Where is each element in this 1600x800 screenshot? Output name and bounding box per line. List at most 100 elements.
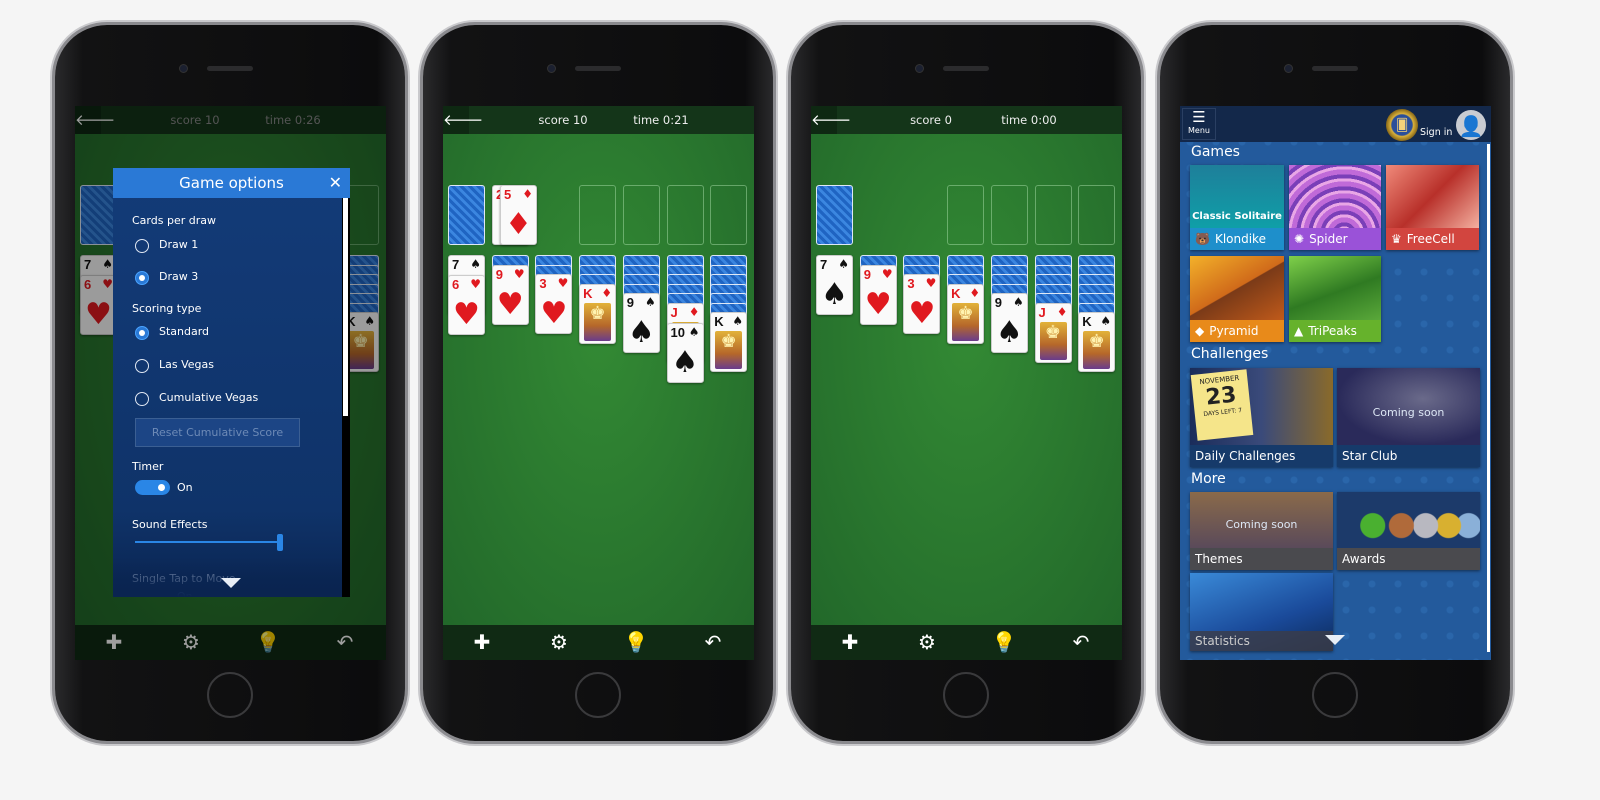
playing-card[interactable]: K ♦ ♚ [579,283,617,344]
challenges-heading: Challenges [1191,346,1269,362]
avatar[interactable]: 👤 [1456,110,1486,140]
timer-toggle[interactable] [135,480,170,495]
back-button[interactable]: 🡐 [811,106,851,134]
more-heading: More [1191,471,1226,487]
home-button[interactable] [575,672,621,718]
lightbulb-icon[interactable]: 💡 [989,628,1019,656]
card-rank: K [951,285,961,301]
lightbulb-icon[interactable]: 💡 [621,628,651,656]
back-button[interactable]: 🡐 [443,106,483,134]
bear-icon: 🐻 [1195,232,1210,246]
foundation-slot[interactable] [710,185,748,245]
phone-2: 🡐score 10time 0:212♦♦5♦♦7♠♠6♥♥9♥♥3♥♥K♦♚9… [423,25,773,741]
radio-draw-1[interactable] [135,239,149,253]
tile-klondike[interactable]: Classic Solitaire 🐻 Klondike [1190,165,1284,250]
menu-button[interactable]: ☰ Menu [1182,108,1216,140]
playing-card[interactable]: 3 ♥ ♥ [535,274,573,334]
radio-cumulative-vegas[interactable] [135,392,149,406]
foundation-slot[interactable] [1078,185,1116,245]
game-screen: 🡐 score 0 time 0:00 7 ♠ ♠ 9 ♥ ♥ 3 ♥ ♥ K ♦ ♚ 9 ♠ ♠ J ♦ ♚ K ♠ ♚ ✚ ⚙… [811,106,1122,660]
sound-effects-slider[interactable] [135,541,280,543]
card-rank: 3 [907,276,915,291]
tripeaks-image [1289,256,1381,320]
daily-challenges-label-bar: Daily Challenges [1190,445,1333,467]
tile-daily-challenges[interactable]: NOVEMBER 23 DAYS LEFT: 7 Daily Challenge… [1190,368,1333,467]
plus-icon[interactable]: ✚ [467,628,497,656]
tile-star-club[interactable]: Coming soon Star Club [1337,368,1480,467]
card-rank: 9 [994,295,1003,310]
playing-card[interactable]: 9 ♠ ♠ [622,293,660,353]
radio-standard[interactable] [135,326,149,340]
tile-themes[interactable]: Coming soon Themes [1190,492,1333,570]
slider-handle[interactable] [277,534,283,551]
foundation-slot[interactable] [947,185,985,245]
card-suit: ♠ [1100,314,1112,328]
plus-icon[interactable]: ✚ [835,628,865,656]
reset-cumulative-score-button[interactable]: Reset Cumulative Score [135,418,300,447]
pyramid-label: Pyramid [1209,324,1259,338]
foundation-slot[interactable] [990,185,1028,245]
playing-card[interactable]: 5 ♦ ♦ [500,185,537,245]
stock-pile[interactable] [816,185,853,245]
sign-in-link[interactable]: Sign in [1420,127,1452,138]
playing-card[interactable]: J ♦ ♚ [1034,302,1072,363]
playing-card[interactable]: K ♦ ♚ [947,283,985,344]
gear-icon[interactable]: ⚙ [912,628,942,656]
foundation-slot[interactable] [579,185,617,245]
playing-card[interactable]: 3 ♥ ♥ [903,274,941,334]
card-suit: ♥ [513,266,525,281]
scroll-down-icon[interactable] [221,578,241,588]
foundation-slot[interactable] [666,185,704,245]
freecell-label-bar: ♛ FreeCell [1386,228,1479,250]
scoring-type-label: Scoring type [132,302,202,315]
radio-label: Draw 1 [159,238,199,251]
radio-draw-3[interactable] [135,271,149,285]
gear-icon[interactable]: ⚙ [544,628,574,656]
home-button[interactable] [1312,672,1358,718]
felt-table: 2♦♦5♦♦7♠♠6♥♥9♥♥3♥♥K♦♚9♠♠J♦♚10♠♠K♠♚ [443,134,754,625]
scroll-down-icon[interactable] [1325,635,1345,645]
card-rank: J [1038,304,1046,320]
achievement-medal-icon[interactable]: 🂠 [1386,109,1418,141]
playing-card[interactable]: 7 ♠ ♠ [816,255,853,315]
playing-card[interactable]: K ♠ ♚ [1078,312,1116,372]
foundation-slot[interactable] [622,185,660,245]
tile-spider[interactable]: ✺ Spider [1289,165,1381,250]
tile-freecell[interactable]: ♛ FreeCell [1386,165,1479,250]
playing-card[interactable]: 9 ♥ ♥ [491,264,529,325]
speaker [943,66,989,71]
undo-icon[interactable]: ↶ [698,628,728,656]
playing-card[interactable]: 6 ♥ ♥ [448,275,485,335]
tile-tripeaks[interactable]: ▲ TriPeaks [1289,256,1381,342]
pyramid-label-bar: ◆ Pyramid [1190,320,1284,342]
card-rank: K [583,285,593,301]
stock-pile[interactable] [448,185,485,245]
phone-1: 🡐score 10time 0:267♠♠6♥♥9♥♥3♥♥K♦♚9♠♠J♦♚1… [55,25,405,741]
home-button[interactable] [943,672,989,718]
card-suit-large: ♠ [627,315,655,350]
scrollbar-thumb[interactable] [343,198,348,416]
foundation-slot[interactable] [1034,185,1072,245]
card-rank: 6 [452,277,460,292]
playing-card[interactable]: K ♠ ♚ [710,312,748,372]
card-rank: 9 [863,266,871,282]
camera [1284,64,1293,73]
spider-image [1289,165,1381,228]
tile-statistics[interactable]: Statistics [1190,573,1333,651]
calendar-note: NOVEMBER 23 DAYS LEFT: 7 [1190,369,1254,441]
playing-card[interactable]: 9 ♠ ♠ [990,293,1028,353]
undo-icon[interactable]: ↶ [1066,628,1096,656]
games-heading: Games [1191,144,1240,160]
home-button[interactable] [207,672,253,718]
close-icon[interactable]: ✕ [329,168,342,198]
playing-card[interactable]: 10♠♠ [666,322,704,383]
tile-pyramid[interactable]: ◆ Pyramid [1190,256,1284,342]
playing-card[interactable]: 9 ♥ ♥ [859,264,897,325]
scrollbar[interactable] [1487,144,1490,652]
scrollbar[interactable] [342,198,350,597]
speaker [575,66,621,71]
tile-awards[interactable]: Awards [1337,492,1480,570]
spider-icon: ✺ [1294,232,1305,246]
peaks-icon: ▲ [1294,324,1304,338]
radio-las-vegas[interactable] [135,359,149,373]
